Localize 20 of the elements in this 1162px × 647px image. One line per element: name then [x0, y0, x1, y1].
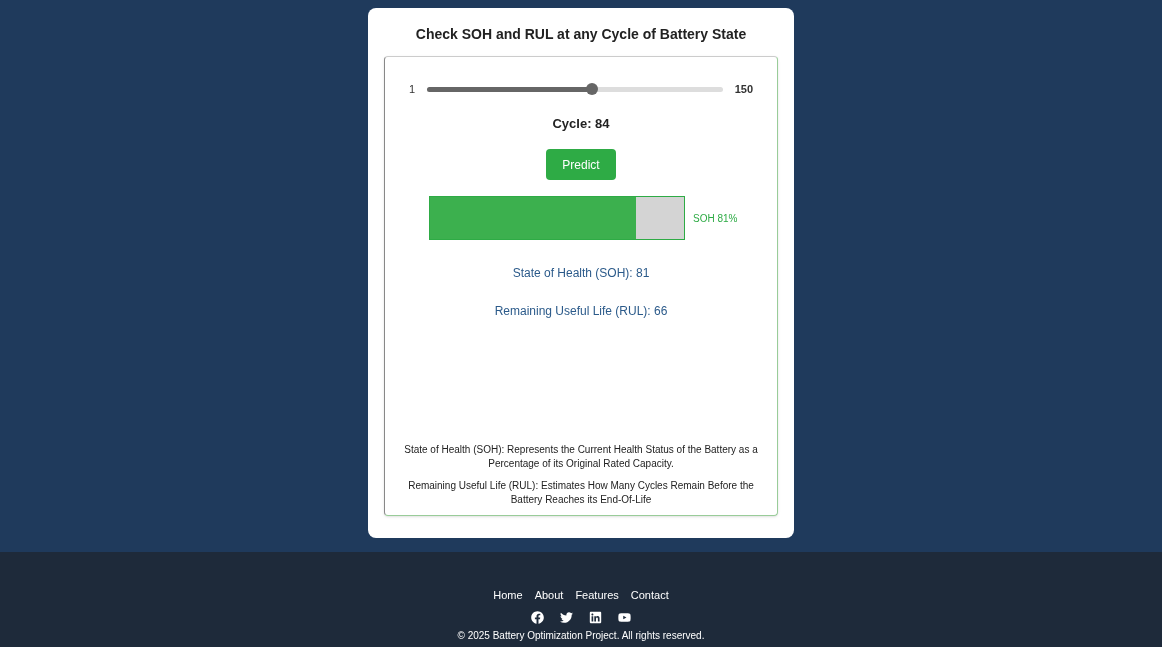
card-title: Check SOH and RUL at any Cycle of Battery State: [414, 25, 748, 44]
play-icon[interactable]: [618, 611, 631, 624]
cycle-label: Cycle: 84: [552, 114, 610, 133]
slider-thumb[interactable]: [585, 82, 598, 95]
slider-max-label: 150: [734, 82, 753, 97]
slider-min-label: 1: [409, 82, 416, 97]
bird-icon[interactable]: [560, 611, 573, 624]
facebook-icon[interactable]: [531, 611, 544, 624]
footer-link[interactable]: Contact: [630, 586, 669, 603]
footer-link[interactable]: Home: [493, 586, 523, 603]
description-text: Remaining Useful Life (RUL): Estimates How Many Cycles Remain Before the Battery Reaches its End-Of-Life: [407, 479, 755, 507]
soh-percent-label: SOH 81%: [693, 211, 738, 226]
soh-result: State of Health (SOH): 81: [512, 265, 650, 282]
footer-link[interactable]: Features: [575, 586, 619, 603]
linkedin-icon[interactable]: [589, 611, 602, 624]
cycle-slider[interactable]: [427, 86, 723, 92]
copyright-text: © 2025 Battery Optimization Project. All rights reserved.: [457, 629, 705, 643]
rul-result: Remaining Useful Life (RUL): 66: [494, 303, 668, 320]
description-text: State of Health (SOH): Represents the Current Health Status of the Battery as a Percentage of its Original Rated Capacity.: [403, 443, 759, 471]
footer-link[interactable]: About: [534, 586, 564, 603]
